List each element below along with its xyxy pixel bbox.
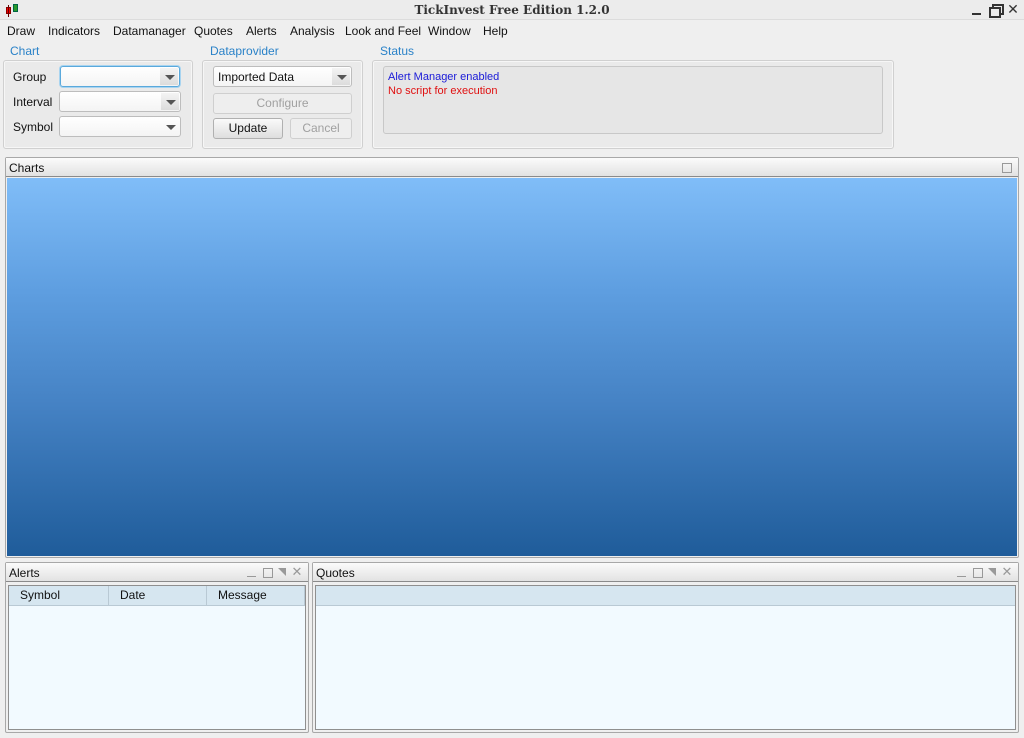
menu-look-and-feel[interactable]: Look and Feel [345, 24, 421, 38]
close-icon[interactable]: ✕ [291, 566, 303, 579]
minimize-icon[interactable] [246, 567, 258, 579]
alerts-frame-title: Alerts [9, 566, 40, 580]
column-header-symbol[interactable]: Symbol [9, 586, 109, 605]
status-line-script: No script for execution [388, 85, 498, 97]
status-line-alert-manager: Alert Manager enabled [388, 71, 500, 83]
close-icon[interactable]: ✕ [1001, 566, 1013, 579]
alerts-frame: Alerts ✕ Symbol Date Message [5, 562, 309, 733]
charts-frame-title: Charts [9, 161, 45, 175]
charts-canvas[interactable] [7, 178, 1017, 556]
status-group-title: Status [380, 44, 415, 58]
column-header-message[interactable]: Message [207, 586, 305, 605]
undock-icon[interactable] [986, 567, 998, 579]
menu-alerts[interactable]: Alerts [246, 24, 277, 38]
alerts-frame-titlebar[interactable]: Alerts ✕ [6, 563, 308, 582]
close-icon[interactable]: ✕ [1005, 2, 1021, 18]
dataprovider-combo[interactable]: Imported Data [213, 66, 352, 87]
menu-draw[interactable]: Draw [7, 24, 35, 38]
maximize-icon[interactable] [1001, 162, 1013, 174]
undock-icon[interactable] [276, 567, 288, 579]
charts-frame-titlebar[interactable]: Charts [6, 158, 1018, 177]
menu-indicators[interactable]: Indicators [48, 24, 100, 38]
menu-analysis[interactable]: Analysis [290, 24, 335, 38]
maximize-icon[interactable] [262, 567, 274, 579]
window-title: TickInvest Free Edition 1.2.0 [414, 3, 610, 17]
chevron-down-icon[interactable] [332, 68, 350, 85]
alerts-table-header: Symbol Date Message [9, 586, 305, 606]
chart-group-title: Chart [10, 44, 40, 58]
quotes-table-header [316, 586, 1015, 606]
minimize-icon[interactable] [956, 567, 968, 579]
column-header-date[interactable]: Date [109, 586, 207, 605]
symbol-label: Symbol [13, 120, 54, 134]
alerts-table[interactable]: Symbol Date Message [8, 585, 306, 730]
charts-frame: Charts [5, 157, 1019, 558]
restore-icon[interactable] [987, 2, 1004, 18]
menu-bar: Draw Indicators Datamanager Quotes Alert… [0, 21, 1024, 41]
quotes-frame: Quotes ✕ [312, 562, 1019, 733]
menu-help[interactable]: Help [483, 24, 508, 38]
update-button[interactable]: Update [213, 118, 283, 139]
chevron-down-icon[interactable] [160, 68, 178, 85]
symbol-combo[interactable] [59, 116, 181, 137]
chevron-down-icon[interactable] [161, 118, 179, 135]
cancel-button[interactable]: Cancel [290, 118, 352, 139]
group-combo[interactable] [60, 66, 180, 87]
quotes-frame-titlebar[interactable]: Quotes ✕ [313, 563, 1018, 582]
quotes-table[interactable] [315, 585, 1016, 730]
status-log: Alert Manager enabled No script for exec… [383, 66, 883, 134]
menu-window[interactable]: Window [428, 24, 471, 38]
group-label: Group [13, 70, 47, 84]
interval-label: Interval [13, 95, 53, 109]
dataprovider-group-title: Dataprovider [210, 44, 279, 58]
quotes-frame-title: Quotes [316, 566, 355, 580]
chevron-down-icon[interactable] [161, 93, 179, 110]
maximize-icon[interactable] [972, 567, 984, 579]
menu-quotes[interactable]: Quotes [194, 24, 233, 38]
minimize-icon[interactable] [969, 2, 985, 18]
interval-combo[interactable] [59, 91, 181, 112]
title-bar: TickInvest Free Edition 1.2.0 ✕ [0, 0, 1024, 20]
configure-button[interactable]: Configure [213, 93, 352, 114]
menu-datamanager[interactable]: Datamanager [113, 24, 186, 38]
